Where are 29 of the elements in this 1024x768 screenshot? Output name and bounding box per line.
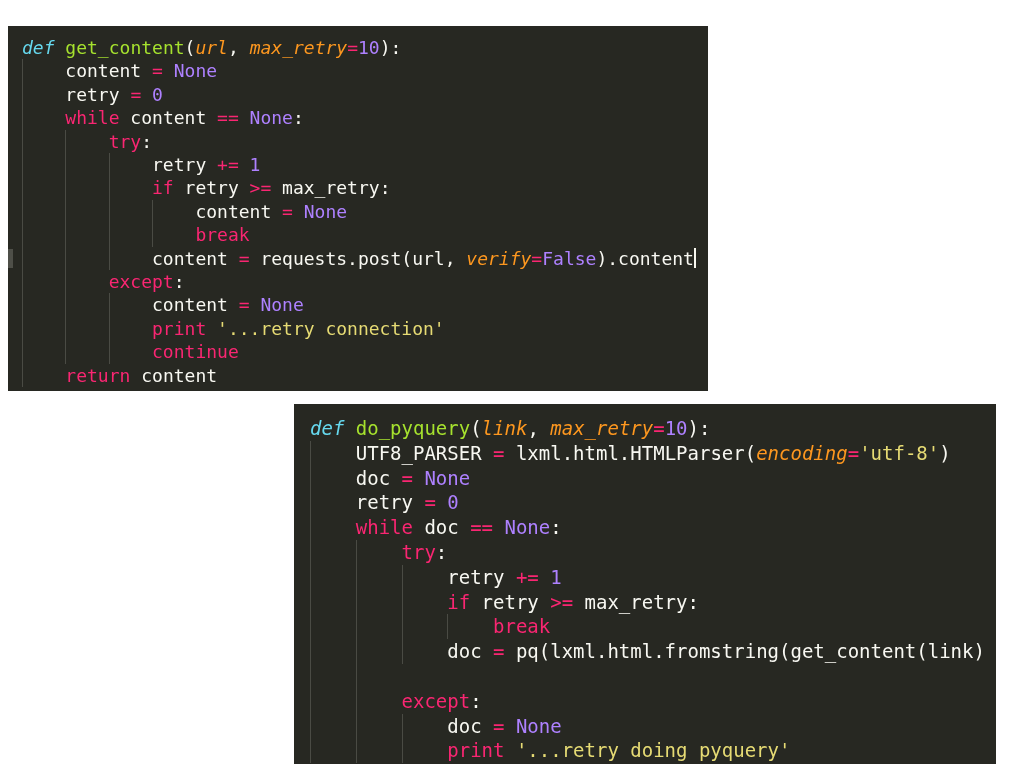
code-line: retry = 0 xyxy=(355,490,459,516)
code-line: doc = None xyxy=(447,713,562,739)
code-line: try: xyxy=(401,540,448,565)
code-line: if retry >= max_retry: xyxy=(152,176,391,200)
code-line: while content == None: xyxy=(65,106,304,130)
gutter-marker xyxy=(8,248,13,268)
code-line: retry += 1 xyxy=(152,153,261,177)
code-line: print '...retry doing pyquery' xyxy=(447,738,791,764)
code-line: retry += 1 xyxy=(447,564,562,590)
code-line: while doc == None: xyxy=(355,515,562,540)
code-line: if retry >= max_retry: xyxy=(447,589,699,615)
code-line: except: xyxy=(401,688,482,714)
code-line: doc = None xyxy=(355,465,471,491)
code-line: UTF8_PARSER = lxml.html.HTMLParser(encoding='utf-8') xyxy=(355,440,951,466)
code-line: try: xyxy=(108,129,153,154)
code-line: except: xyxy=(108,270,185,294)
code-line: content = None xyxy=(195,199,348,224)
code-line: break xyxy=(493,614,551,640)
code-line: doc = pq(lxml.html.fromstring(get_content(link) xyxy=(447,639,985,664)
code-line: content = None xyxy=(65,59,218,83)
code-line: print '...retry connection' xyxy=(152,316,445,341)
code-line: def do_pyquery(link, max_retry=10): xyxy=(310,416,711,441)
code-line: content = None xyxy=(152,293,304,317)
code-line: continue xyxy=(152,340,239,364)
code-line: retry = 0 xyxy=(65,82,163,107)
code-line: def get_content(url, max_retry=10): xyxy=(22,36,402,60)
code-line: break xyxy=(195,223,250,247)
code-line: content = requests.post(url, verify=False).content xyxy=(152,246,696,271)
code-line: return content xyxy=(65,363,218,388)
